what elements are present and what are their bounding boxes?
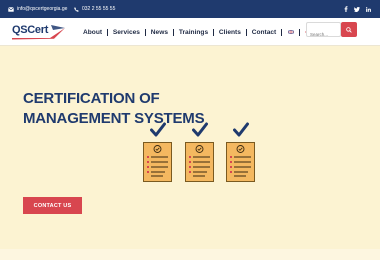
checkmark-icon	[192, 122, 208, 137]
certificate-document-2	[185, 122, 214, 182]
nav-contact[interactable]: Contact	[247, 29, 282, 36]
search-button[interactable]	[341, 22, 357, 37]
phone-icon	[74, 6, 79, 12]
top-info-bar: info@qscertgeorgia.ge 032 2 55 55 55	[0, 0, 380, 18]
nav-clients[interactable]: Clients	[214, 29, 246, 36]
email-contact[interactable]: info@qscertgeorgia.ge	[8, 4, 67, 14]
search-input[interactable]	[307, 28, 340, 41]
nav-services[interactable]: Services	[108, 29, 145, 36]
nav-separator	[281, 28, 283, 36]
social-links	[344, 4, 371, 14]
logo[interactable]: QSCert	[10, 22, 66, 42]
nav-trainings[interactable]: Trainings	[174, 29, 213, 36]
twitter-icon[interactable]	[354, 6, 360, 12]
email-text: info@qscertgeorgia.ge	[17, 6, 68, 12]
facebook-icon[interactable]	[344, 6, 348, 12]
nav-news[interactable]: News	[146, 29, 173, 36]
certificates-illustration	[140, 120, 270, 186]
document-lines-icon	[147, 145, 169, 177]
document-lines-icon	[230, 145, 252, 177]
certificate-document-3	[226, 122, 255, 182]
phone-text: 032 2 55 55 55	[82, 6, 116, 12]
contact-us-button[interactable]: CONTACT US	[23, 197, 82, 214]
main-nav: About Services News Trainings Clients Co…	[78, 18, 311, 46]
phone-contact[interactable]: 032 2 55 55 55	[74, 4, 115, 14]
certificate-document-1	[143, 122, 172, 182]
nav-about[interactable]: About	[78, 29, 107, 36]
logo-text: QSCert	[12, 24, 49, 36]
nav-separator	[299, 28, 300, 36]
section-divider	[0, 249, 380, 260]
linkedin-icon[interactable]	[366, 6, 371, 12]
checkmark-icon	[233, 122, 249, 137]
search-icon	[346, 26, 352, 33]
hero-title-line-1: CERTIFICATION OF	[23, 90, 160, 107]
search-box	[306, 22, 341, 41]
envelope-icon	[8, 6, 14, 12]
checkmark-icon	[150, 122, 166, 137]
document-lines-icon	[189, 145, 211, 177]
english-flag-icon[interactable]	[288, 30, 295, 34]
